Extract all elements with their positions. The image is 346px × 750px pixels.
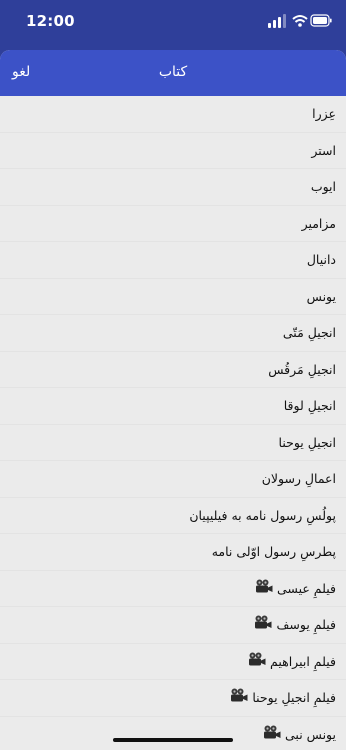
home-indicator[interactable] [113, 738, 233, 742]
sheet-header: لغو کتاب [0, 50, 346, 96]
film-camera-icon [248, 644, 266, 681]
book-item-label: عِزرا [312, 106, 336, 122]
book-list-item[interactable]: فیلمِ یوسف [0, 607, 346, 644]
signal-wifi-battery-icon [268, 14, 332, 28]
book-list-item[interactable]: فیلمِ ابیراهیم [0, 643, 346, 681]
book-item-label: ایوب [310, 179, 336, 195]
book-item-label: یونس نبی [285, 726, 336, 742]
book-list-item[interactable]: یونس نبی [0, 716, 346, 750]
book-list-item[interactable]: انجیلِ لوقا [0, 388, 346, 425]
book-item-label: استر [311, 142, 336, 158]
book-item-label: مزامیر [301, 215, 336, 231]
book-list-item[interactable]: فیلمِ عیسی [0, 570, 346, 608]
book-list-item[interactable]: یونس [0, 278, 346, 315]
book-item-label: انجیلِ لوقا [283, 398, 336, 414]
sheet-title: کتاب [158, 64, 188, 80]
book-item-label: یونس [306, 288, 336, 304]
book-list-item[interactable]: پولُسِ رسول نامه به فیلیپیان [0, 497, 346, 534]
book-item-label: پولُسِ رسول نامه به فیلیپیان [189, 507, 336, 523]
status-icons [268, 13, 332, 29]
film-camera-icon [263, 717, 281, 750]
book-list[interactable]: عِزرا استر ایوب مزامیر دانیال یونس انجیلِ مَتّ… [0, 96, 346, 750]
status-time: 12:00 [26, 12, 75, 30]
book-picker-sheet: لغو کتاب عِزرا استر ایوب مزامیر دانیال یونس ان… [0, 50, 346, 750]
book-list-item[interactable]: اعمالِ رسولان [0, 461, 346, 498]
book-item-label: فیلمِ عیسی [277, 580, 336, 596]
book-list-item[interactable]: پطرسِ رسول اوّلی نامه [0, 534, 346, 571]
film-camera-icon [230, 680, 248, 717]
book-list-item[interactable]: ایوب [0, 169, 346, 206]
book-item-label: انجیلِ مَتّی [282, 325, 336, 341]
book-item-label: انجیلِ مَرقُس [268, 361, 336, 377]
book-item-label: انجیلِ یوحنا [278, 434, 336, 450]
book-list-item[interactable]: استر [0, 132, 346, 169]
book-list-item[interactable]: فیلمِ انجیلِ یوحنا [0, 680, 346, 717]
book-item-label: دانیال [306, 252, 336, 268]
film-camera-icon [254, 607, 272, 644]
book-item-label: فیلمِ ابیراهیم [270, 653, 336, 669]
book-list-item[interactable]: انجیلِ یوحنا [0, 424, 346, 461]
book-list-item[interactable]: انجیلِ مَرقُس [0, 351, 346, 388]
film-camera-icon [255, 571, 273, 608]
book-item-label: اعمالِ رسولان [261, 471, 336, 487]
book-item-label: پطرسِ رسول اوّلی نامه [211, 544, 336, 560]
book-list-item[interactable]: مزامیر [0, 205, 346, 242]
status-bar: 12:00 [0, 0, 346, 44]
book-item-label: فیلمِ انجیلِ یوحنا [252, 690, 336, 706]
book-list-item[interactable]: عِزرا [0, 96, 346, 133]
book-item-label: فیلمِ یوسف [276, 617, 336, 633]
book-list-item[interactable]: دانیال [0, 242, 346, 279]
book-list-item[interactable]: انجیلِ مَتّی [0, 315, 346, 352]
